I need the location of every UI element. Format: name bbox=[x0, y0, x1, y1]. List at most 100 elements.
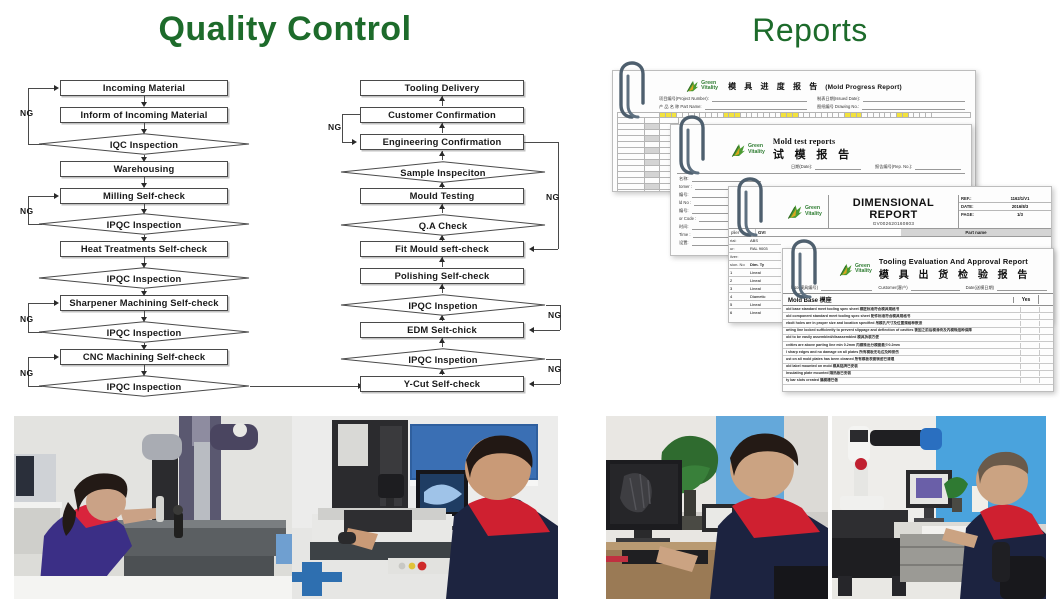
checklist-yes-cell[interactable] bbox=[1020, 364, 1037, 370]
checklist-no-cell[interactable] bbox=[1039, 328, 1050, 334]
dim-row-no: 5 bbox=[730, 302, 733, 307]
flow-node-iqc-inspection: IQC Inspection bbox=[38, 133, 250, 155]
checklist-no-cell[interactable] bbox=[1039, 349, 1050, 355]
logo-wordmark: Green Vitality bbox=[855, 263, 872, 275]
green-vitality-logo: Green Vitality bbox=[731, 142, 765, 158]
flow-node-label: EDM Selt-chick bbox=[407, 324, 477, 336]
green-vitality-logo: Green Vitality bbox=[686, 79, 718, 93]
doc-meta-key: PAGE: bbox=[961, 212, 974, 217]
checklist-yes-cell[interactable] bbox=[1020, 378, 1037, 384]
checklist-yes-cell[interactable] bbox=[1020, 320, 1037, 326]
doc-field-underline[interactable] bbox=[815, 164, 861, 170]
doc-meta-value: 1/3 bbox=[1017, 212, 1023, 217]
doc-title-en: (Mold Progress Report) bbox=[825, 83, 902, 91]
checklist-label: l sharp edges and no damage on all plate… bbox=[786, 349, 899, 354]
checklist-label: cvities are above parting line min 0.2mm… bbox=[786, 342, 900, 347]
checklist: old base standard meet tooling spec shee… bbox=[783, 306, 1053, 386]
checklist-label: ebolt holes are in proper size and locat… bbox=[786, 320, 923, 325]
quality-control-title: Quality Control bbox=[158, 10, 412, 48]
doc-field-underline[interactable] bbox=[704, 104, 807, 110]
doc-field-underline[interactable] bbox=[711, 96, 807, 102]
checklist-yes-cell[interactable] bbox=[1020, 306, 1037, 312]
checklist-yes-cell[interactable] bbox=[1020, 328, 1037, 334]
paperclip-icon bbox=[790, 238, 818, 300]
checklist-no-cell[interactable] bbox=[1039, 356, 1050, 362]
doc-field-label: 图纸编号 Drawing No.: bbox=[817, 104, 860, 109]
page-root: Quality Control Reports Incoming Materia… bbox=[0, 0, 1060, 599]
flow-ng-label: NG bbox=[328, 122, 342, 132]
doc-field-key: ur: bbox=[730, 246, 735, 251]
checklist-yes-cell[interactable] bbox=[1020, 342, 1037, 348]
flow-node-customer-confirmation: Customer Confirmation bbox=[360, 107, 524, 123]
checklist-row[interactable]: arting line locked sufficiently to preve… bbox=[783, 328, 1053, 335]
flow-node-label: IPQC Inspection bbox=[106, 326, 182, 338]
checklist-no-cell[interactable] bbox=[1039, 364, 1050, 370]
flow-node-warehousing: Warehousing bbox=[60, 161, 228, 177]
doc-field-label: 时间: bbox=[679, 224, 689, 229]
checklist-yes-cell[interactable] bbox=[1020, 349, 1037, 355]
doc-field-underline[interactable] bbox=[863, 96, 965, 102]
checklist-row[interactable]: old label mounted on mold 模具铭牌已安装 bbox=[783, 364, 1053, 371]
checklist-row[interactable]: ty bar slots created 撬模槽已做 bbox=[783, 378, 1053, 386]
flow-node-milling-self-check: Milling Self-check bbox=[60, 188, 228, 204]
photo-vision-measuring-machine[interactable] bbox=[292, 416, 558, 599]
checklist-yes-cell[interactable] bbox=[1020, 335, 1037, 341]
checklist-row[interactable]: Insulating plate mounted 隔热板已安装 bbox=[783, 371, 1053, 378]
checklist-row[interactable]: old base standard meet tooling spec shee… bbox=[783, 306, 1053, 314]
document-tooling-evaluation-report[interactable]: Green Vitality Tooling Evaluation And Ap… bbox=[782, 248, 1054, 392]
checklist-no-cell[interactable] bbox=[1039, 313, 1050, 319]
dim-row-type: Diametic bbox=[750, 294, 766, 299]
flow-node-sample-inspeciton: Sample Inspeciton bbox=[340, 161, 546, 183]
checklist-no-cell[interactable] bbox=[1039, 342, 1050, 348]
doc-meta-value: 2016/8/3 bbox=[1011, 204, 1029, 209]
doc-field-underline[interactable] bbox=[862, 104, 965, 110]
quality-control-flowchart: Incoming Material Inform of Incoming Mat… bbox=[10, 68, 570, 398]
checklist-row[interactable]: old to be easily assembled/disassembled … bbox=[783, 335, 1053, 342]
checklist-row[interactable]: ebolt holes are in proper size and locat… bbox=[783, 320, 1053, 328]
flow-ng-label: NG bbox=[20, 368, 34, 378]
checklist-no-cell[interactable] bbox=[1039, 378, 1050, 384]
checklist-label: arting line locked sufficiently to preve… bbox=[786, 328, 972, 333]
doc-field-underline[interactable] bbox=[915, 164, 961, 170]
doc-field-underline[interactable] bbox=[910, 285, 960, 291]
doc-field-underline[interactable] bbox=[821, 285, 873, 291]
doc-field-label: or Code : bbox=[679, 216, 697, 221]
photo-cmm-room-engineer[interactable] bbox=[832, 416, 1046, 599]
doc-field-key: rial: bbox=[730, 238, 737, 243]
flow-node-label: IQC Inspection bbox=[109, 138, 179, 150]
photo-cad-workstation-engineer[interactable] bbox=[606, 416, 828, 599]
doc-field-label: 日期(Date): bbox=[791, 164, 813, 169]
checklist-row[interactable]: cvities are above parting line min 0.2mm… bbox=[783, 342, 1053, 350]
checklist-row[interactable]: old component standard meet tooling spec… bbox=[783, 313, 1053, 321]
paperclip-icon bbox=[618, 60, 646, 120]
green-vitality-logo: Green Vitality bbox=[839, 262, 872, 277]
checklist-no-cell[interactable] bbox=[1039, 320, 1050, 326]
paperclip-icon bbox=[678, 114, 706, 176]
doc-field-label: ld No : bbox=[679, 200, 692, 205]
checklist-yes-cell[interactable] bbox=[1020, 371, 1037, 377]
checklist-no-cell[interactable] bbox=[1039, 306, 1050, 312]
flow-node-label: CNC Machining Self-check bbox=[82, 351, 206, 363]
checklist-no-cell[interactable] bbox=[1039, 335, 1050, 341]
flow-node-label: Incoming Material bbox=[102, 82, 186, 94]
doc-field-value bbox=[749, 253, 781, 260]
flow-node-sharpener-machining-self-check: Sharpener Machining Self-check bbox=[60, 295, 228, 311]
dim-row-no: 4 bbox=[730, 294, 733, 299]
flow-ng-label: NG bbox=[546, 192, 560, 202]
reports-title: Reports bbox=[752, 12, 868, 48]
doc-title-cn: 模 具 进 度 报 告 bbox=[728, 81, 821, 91]
doc-field-value: GVI bbox=[755, 229, 901, 236]
checklist-no-cell[interactable] bbox=[1039, 371, 1050, 377]
doc-field-underline[interactable] bbox=[997, 285, 1047, 291]
flow-node-label: Warehousing bbox=[113, 163, 175, 175]
flow-node-label: Engineering Confirmation bbox=[382, 136, 502, 148]
checklist-yes-cell[interactable] bbox=[1020, 313, 1037, 319]
flow-node-incoming-material: Incoming Material bbox=[60, 80, 228, 96]
checklist-row[interactable]: ust on all mold plates has been cleaned … bbox=[783, 356, 1053, 364]
flow-node-ipqc-inspetion-1: IPQC Inspetion bbox=[340, 294, 546, 316]
flow-node-heat-treatments-self-check: Heat Treatments Self-check bbox=[60, 241, 228, 257]
doc-meta-value: 1162/1/V1 bbox=[1010, 196, 1030, 201]
photo-cmm-operator-inspection[interactable] bbox=[14, 416, 292, 599]
checklist-row[interactable]: l sharp edges and no damage on all plate… bbox=[783, 349, 1053, 357]
checklist-yes-cell[interactable] bbox=[1020, 356, 1037, 362]
